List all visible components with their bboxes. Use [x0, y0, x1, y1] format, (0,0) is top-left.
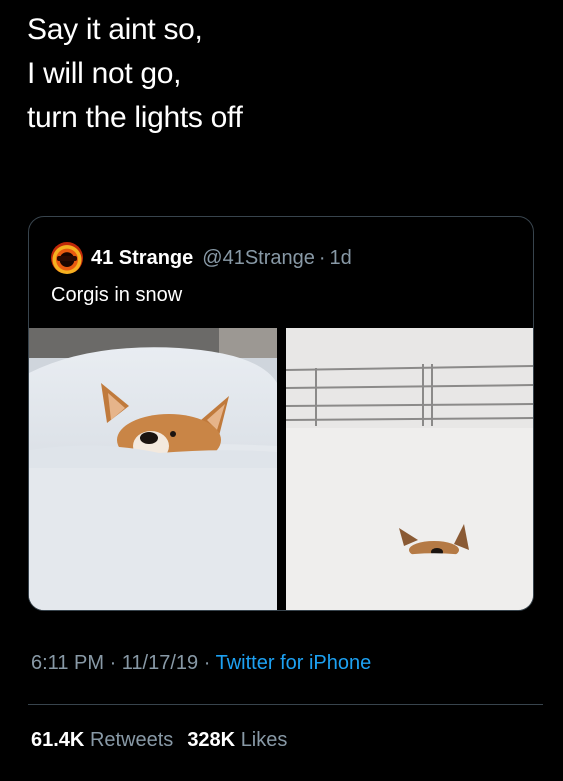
dot-separator: · — [109, 652, 117, 674]
tweet-meta: 6:11 PM · 11/17/19 · Twitter for iPhone — [31, 652, 371, 675]
quoted-handle[interactable]: @41Strange — [202, 247, 315, 270]
tweet-time[interactable]: 6:11 PM — [31, 652, 104, 674]
tweet-text: Say it aint so, I will not go, turn the … — [27, 8, 243, 140]
tweet-text-line: I will not go, — [27, 57, 182, 90]
quoted-display-name[interactable]: 41 Strange — [91, 247, 193, 270]
corgi-in-snow-photo-1[interactable] — [29, 328, 277, 610]
tweet-date[interactable]: 11/17/19 — [122, 652, 198, 674]
likes-stat[interactable]: 328K Likes — [187, 729, 287, 751]
profile-avatar-icon[interactable] — [51, 242, 83, 274]
retweets-count: 61.4K — [31, 729, 85, 751]
media-grid — [29, 328, 533, 610]
tweet-text-line: turn the lights off — [27, 101, 243, 134]
quoted-tweet-card[interactable]: 41 Strange @41Strange · 1d Corgis in sno… — [28, 216, 534, 611]
likes-label: Likes — [240, 729, 288, 751]
tweet-text-line: Say it aint so, — [27, 13, 203, 46]
dot-separator: · — [203, 652, 211, 674]
quoted-tweet-header: 41 Strange @41Strange · 1d — [51, 242, 352, 274]
quoted-tweet-age: 1d — [329, 246, 352, 269]
retweets-stat[interactable]: 61.4K Retweets — [31, 729, 173, 751]
divider — [28, 704, 543, 705]
retweets-label: Retweets — [89, 729, 174, 751]
quoted-tweet-text: Corgis in snow — [51, 284, 183, 306]
tweet-stats: 61.4K Retweets 328K Likes — [31, 729, 287, 752]
corgi-in-snow-photo-2[interactable] — [286, 328, 533, 610]
likes-count: 328K — [187, 729, 236, 751]
tweet-source-link[interactable]: Twitter for iPhone — [216, 652, 372, 674]
dot-separator: · — [318, 246, 326, 269]
